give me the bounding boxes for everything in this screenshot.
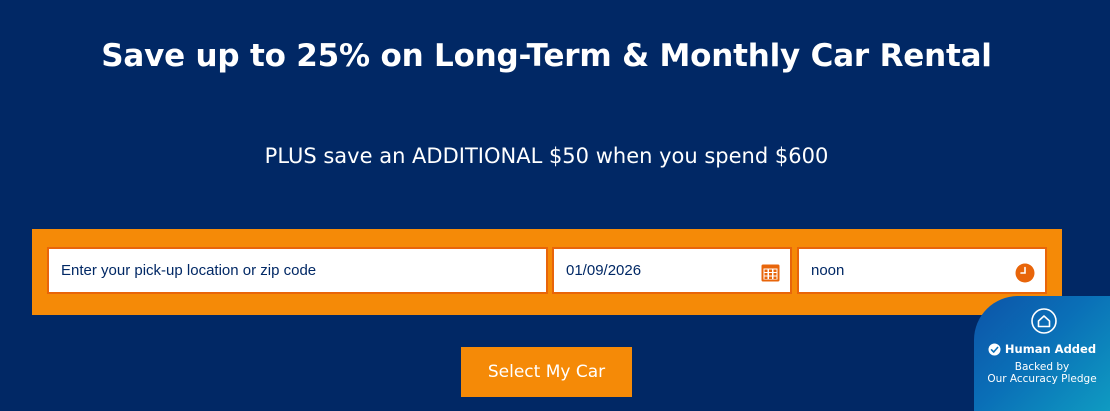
badge-title: Human Added [974, 342, 1110, 356]
badge-subtitle: Backed by Our Accuracy Pledge [974, 361, 1110, 385]
location-input[interactable] [49, 249, 546, 292]
pickup-date-field[interactable] [552, 247, 792, 294]
pickup-time-input[interactable] [799, 249, 1045, 292]
badge-line-1: Backed by [1014, 361, 1070, 373]
location-field[interactable] [47, 247, 548, 294]
badge-line-2: Our Accuracy Pledge [987, 373, 1097, 385]
accuracy-badge[interactable]: Human Added Backed by Our Accuracy Pledg… [974, 296, 1110, 411]
promo-subline: PLUS save an ADDITIONAL $50 when you spe… [264, 144, 829, 168]
checkmark-icon [988, 343, 1001, 355]
headline: Save up to 25% on Long-Term & Monthly Ca… [101, 38, 992, 74]
badge-title-text: Human Added [1004, 342, 1097, 356]
booking-search-bar [32, 229, 1062, 315]
select-my-car-button[interactable]: Select My Car [461, 347, 632, 397]
calendar-icon[interactable] [761, 263, 780, 282]
clock-icon[interactable] [1015, 263, 1035, 283]
house-icon [1031, 308, 1057, 334]
pickup-time-field[interactable] [797, 247, 1047, 294]
pickup-date-input[interactable] [554, 249, 790, 292]
